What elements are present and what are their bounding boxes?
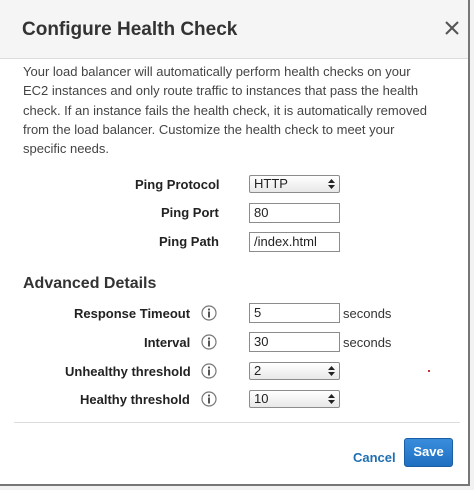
info-icon[interactable]	[201, 305, 217, 321]
unhealthy-threshold-select[interactable]: 2	[249, 362, 340, 380]
dialog-description: Your load balancer will automatically pe…	[23, 64, 427, 157]
marker-dot	[428, 370, 430, 372]
unhealthy-threshold-value: 2	[254, 363, 262, 378]
healthy-threshold-label: Healthy threshold	[80, 392, 190, 407]
advanced-details-heading: Advanced Details	[23, 275, 157, 292]
unhealthy-threshold-label: Unhealthy threshold	[65, 364, 191, 379]
cancel-button[interactable]: Cancel	[353, 450, 396, 465]
ping-port-input[interactable]: 80	[249, 203, 340, 223]
interval-unit: seconds	[343, 335, 392, 350]
footer-divider	[14, 422, 460, 423]
response-timeout-label: Response Timeout	[74, 306, 191, 321]
info-icon[interactable]	[201, 334, 217, 350]
ping-path-input[interactable]: /index.html	[249, 232, 340, 252]
select-caret-icon	[328, 366, 335, 376]
healthy-threshold-select[interactable]: 10	[249, 390, 340, 408]
info-icon[interactable]	[201, 363, 217, 379]
configure-health-check-dialog: Configure Health Check Your load balance…	[0, 0, 470, 486]
ping-protocol-value: HTTP	[254, 176, 288, 191]
response-timeout-input[interactable]: 5	[249, 303, 340, 323]
info-icon[interactable]	[201, 391, 217, 407]
close-icon[interactable]	[444, 20, 460, 36]
save-button[interactable]: Save	[404, 438, 453, 467]
ping-protocol-label: Ping Protocol	[135, 177, 220, 192]
dialog-title: Configure Health Check	[22, 19, 238, 40]
dialog-header: Configure Health Check	[0, 0, 468, 59]
response-timeout-unit: seconds	[343, 306, 392, 321]
healthy-threshold-value: 10	[254, 391, 269, 406]
interval-input[interactable]: 30	[249, 332, 340, 352]
ping-protocol-select[interactable]: HTTP	[249, 175, 340, 193]
select-caret-icon	[328, 394, 335, 404]
ping-path-label: Ping Path	[159, 234, 219, 249]
ping-port-label: Ping Port	[161, 205, 219, 220]
interval-label: Interval	[144, 335, 191, 350]
select-caret-icon	[328, 179, 335, 189]
